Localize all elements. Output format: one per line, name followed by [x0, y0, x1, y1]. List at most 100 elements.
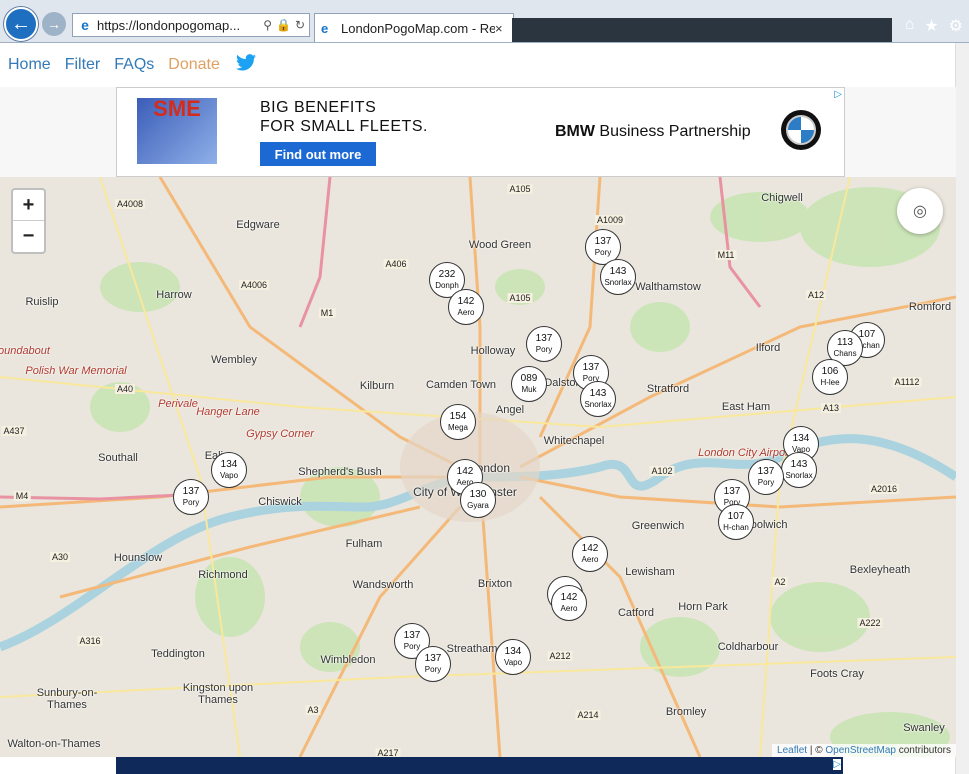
pokemon-marker[interactable]: 137 Pory [415, 646, 451, 682]
marker-name: Snorlax [584, 400, 612, 409]
road-label: M1 [318, 308, 336, 318]
marker-number: 137 [582, 362, 600, 373]
ad-logo: SME [137, 98, 217, 164]
road-label: M4 [13, 491, 31, 501]
place-label: London City Airport [698, 447, 792, 459]
attribution-rest: contributors [895, 745, 951, 756]
ad-headline-line2: FOR SMALL FLEETS. [260, 118, 428, 135]
place-label: Southall [98, 452, 138, 464]
place-label: Ilford [755, 342, 781, 354]
marker-number: 134 [792, 433, 810, 444]
road-label: A437 [1, 426, 27, 436]
search-icon[interactable]: ⚲ [263, 18, 272, 32]
pokemon-marker[interactable]: 154 Mega [440, 404, 476, 440]
place-label: Swanley [903, 722, 945, 734]
marker-number: 113 [837, 337, 853, 348]
home-icon[interactable]: ⌂ [905, 16, 915, 36]
leaflet-link[interactable]: Leaflet [777, 745, 807, 756]
marker-name: Snorlax [785, 471, 813, 480]
marker-name: Pory [182, 498, 200, 507]
road-label: A406 [383, 259, 409, 269]
pokemon-marker[interactable]: 143 Snorlax [580, 381, 616, 417]
marker-number: 142 [456, 466, 474, 477]
place-label: Sunbury-on-Thames [36, 687, 98, 711]
place-label: Kilburn [359, 380, 395, 392]
pokemon-marker[interactable]: 137 Pory [748, 459, 784, 495]
new-tab-area[interactable] [512, 18, 892, 42]
place-label: Brixton [477, 578, 513, 590]
ad-cta-button[interactable]: Find out more [260, 142, 376, 166]
marker-name: Pory [535, 345, 553, 354]
marker-number: 137 [182, 486, 200, 497]
marker-name: H-chan [723, 523, 749, 532]
bottom-ad-banner[interactable]: ▷ [116, 757, 843, 774]
pokemon-marker[interactable]: 142 Aero [448, 289, 484, 325]
road-label: A316 [77, 636, 103, 646]
pokemon-marker[interactable]: 142 Aero [551, 585, 587, 621]
lock-icon[interactable]: 🔒 [276, 18, 291, 32]
ad-banner[interactable]: SME BIG BENEFITS FOR SMALL FLEETS. Find … [116, 87, 845, 177]
arrow-left-icon: ← [11, 12, 31, 35]
marker-number: 089 [520, 373, 538, 384]
nav-faqs[interactable]: FAQs [114, 56, 154, 74]
place-label: Polish War Memorial [25, 365, 127, 377]
pokemon-marker[interactable]: 107 H-chan [718, 504, 754, 540]
locate-me-button[interactable]: ◎ [897, 188, 943, 234]
osm-link[interactable]: OpenStreetMap [825, 745, 896, 756]
place-label: Wood Green [468, 239, 532, 251]
road-label: M11 [715, 250, 737, 260]
pokemon-marker[interactable]: 142 Aero [572, 536, 608, 572]
road-label: A105 [507, 293, 533, 303]
place-label: Chiswick [258, 496, 302, 508]
address-bar[interactable]: e https://londonpogomap... ⚲ 🔒 ↻ [72, 13, 310, 37]
pokemon-marker[interactable]: 143 Snorlax [600, 259, 636, 295]
nav-donate[interactable]: Donate [168, 56, 220, 74]
pokemon-marker[interactable]: 137 Pory [173, 479, 209, 515]
nav-filter[interactable]: Filter [65, 56, 101, 74]
marker-number: 134 [220, 459, 238, 470]
address-url[interactable]: https://londonpogomap... [97, 18, 263, 33]
ad-headline-line1: BIG BENEFITS [260, 99, 377, 116]
marker-number: 106 [821, 366, 839, 377]
road-label: A212 [547, 651, 573, 661]
road-label: A4006 [238, 280, 270, 290]
pokemon-marker[interactable]: 130 Gyara [460, 482, 496, 518]
marker-number: 137 [403, 630, 421, 641]
refresh-icon[interactable]: ↻ [295, 18, 305, 32]
place-label: Bromley [665, 706, 707, 718]
place-label: Hounslow [113, 552, 163, 564]
marker-name: Aero [560, 604, 578, 613]
pokemon-marker[interactable]: 137 Pory [526, 326, 562, 362]
zoom-out-button[interactable]: − [13, 221, 44, 251]
place-label: Camden Town [425, 379, 497, 391]
adchoices-icon[interactable]: ▷ [834, 89, 842, 100]
marker-name: Pory [594, 248, 612, 257]
ad-logo-text: SME [153, 96, 201, 121]
pokemon-marker[interactable]: 143 Snorlax [781, 452, 817, 488]
close-tab-icon[interactable]: × [495, 21, 509, 36]
pokemon-marker[interactable]: 134 Vapo [211, 452, 247, 488]
road-label: A217 [375, 748, 401, 757]
nav-home[interactable]: Home [8, 56, 51, 74]
ad-brand: BMW Business Partnership [555, 123, 751, 141]
road-label: A12 [805, 290, 827, 300]
settings-gear-icon[interactable]: ⚙ [949, 16, 963, 36]
favorites-star-icon[interactable]: ★ [924, 16, 938, 36]
twitter-icon[interactable] [235, 54, 256, 76]
marker-name: Donph [435, 281, 459, 290]
map-view[interactable]: Chigwell Edgware Wood Green Harrow Ruisl… [0, 177, 956, 757]
zoom-in-button[interactable]: + [13, 190, 44, 221]
pokemon-marker[interactable]: 106 H-lee [812, 359, 848, 395]
page-scrollbar[interactable] [955, 43, 969, 774]
attribution-separator: | © [807, 745, 826, 756]
marker-number: 143 [609, 266, 627, 277]
place-label: Walthamstow [635, 281, 701, 293]
place-label: Wembley [211, 354, 257, 366]
pokemon-marker[interactable]: 134 Vapo [495, 639, 531, 675]
adchoices-icon[interactable]: ▷ [833, 759, 841, 770]
back-button[interactable]: ← [4, 7, 38, 41]
marker-number: 143 [790, 459, 808, 470]
forward-button[interactable]: → [42, 12, 66, 36]
pokemon-marker[interactable]: 089 Muk [511, 366, 547, 402]
browser-tab[interactable]: e LondonPogoMap.com - Re... × [314, 13, 514, 42]
